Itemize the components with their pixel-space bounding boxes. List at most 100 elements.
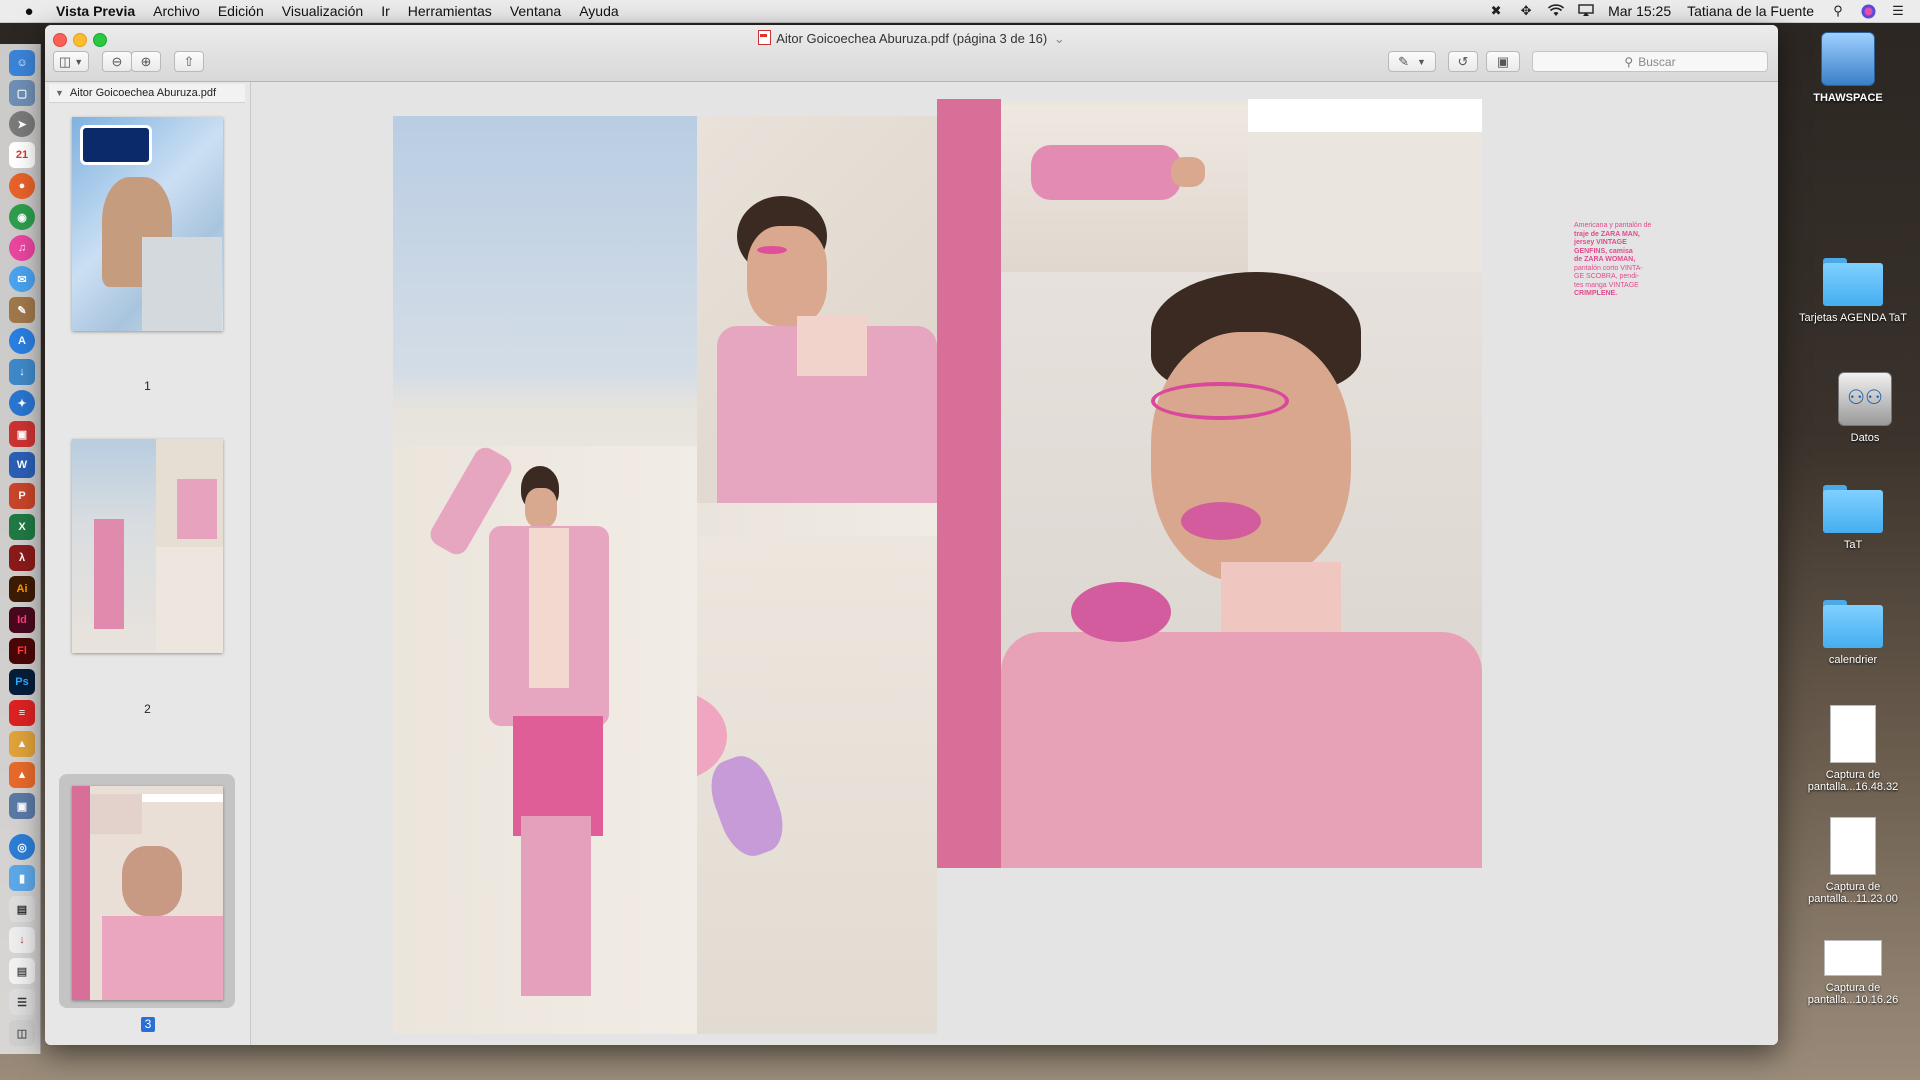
status-arrows-icon[interactable]: ✥ xyxy=(1518,4,1534,18)
markup-button[interactable]: ✎ ▼ xyxy=(1388,51,1436,72)
markup-toolbox-button[interactable]: ▣ xyxy=(1486,51,1520,72)
menu-edicion[interactable]: Edición xyxy=(218,3,264,19)
word-icon[interactable]: W xyxy=(9,452,35,478)
sidebar-document-row[interactable]: ▼ Aitor Goicoechea Aburuza.pdf xyxy=(49,84,245,103)
lying-pink-outfit xyxy=(1031,145,1181,200)
pink-trousers xyxy=(521,816,591,996)
sidebar-toggle-button[interactable]: ◫ ▼ xyxy=(53,51,89,72)
document-view[interactable]: Americana y pantalón de traje de ZARA MA… xyxy=(251,82,1778,1045)
applications-folder-icon[interactable]: ▮ xyxy=(9,865,35,891)
desktop-item-thawspace[interactable]: THAWSPACE xyxy=(1793,32,1903,104)
apple-menu-icon[interactable]: ● xyxy=(18,3,40,20)
acrobat-icon[interactable]: λ xyxy=(9,545,35,571)
trash-icon[interactable]: ◫ xyxy=(9,1020,35,1046)
finder-icon[interactable]: ☺ xyxy=(9,50,35,76)
photoshop-icon[interactable]: Ps xyxy=(9,669,35,695)
page3-thumb-white-strip xyxy=(142,794,223,802)
firefox-icon[interactable]: ● xyxy=(9,173,35,199)
pink-donut xyxy=(1071,582,1171,642)
credits-line: traje de ZARA MAN, xyxy=(1574,230,1640,238)
turtleneck xyxy=(529,528,569,688)
page3-thumb-small-photo xyxy=(90,794,142,834)
document-icon xyxy=(1824,940,1882,976)
chrome-icon[interactable]: ◉ xyxy=(9,204,35,230)
downloads-icon[interactable]: ↓ xyxy=(9,927,35,953)
excel-icon[interactable]: X xyxy=(9,514,35,540)
document-icon xyxy=(1830,705,1876,763)
calendar-icon[interactable]: 21 xyxy=(9,142,35,168)
desktop-item-datos[interactable]: ⚇⚇ Datos xyxy=(1810,372,1920,444)
toolbox-icon: ▣ xyxy=(1496,53,1510,69)
network-icon[interactable]: ◎ xyxy=(9,834,35,860)
server-icon: ⚇⚇ xyxy=(1838,372,1892,426)
photo-booth-icon[interactable]: ▣ xyxy=(9,421,35,447)
thumbnail-page-2[interactable] xyxy=(72,439,223,653)
safari-icon[interactable]: ✦ xyxy=(9,390,35,416)
menu-ir[interactable]: Ir xyxy=(381,3,390,19)
notes-icon[interactable]: ✎ xyxy=(9,297,35,323)
credits-line: Americana y pantalón de xyxy=(1574,222,1652,229)
indesign-icon[interactable]: Id xyxy=(9,607,35,633)
documents-folder-icon[interactable]: ▤ xyxy=(9,896,35,922)
desktop-item-tarjetas-agenda[interactable]: Tarjetas AGENDA TaT xyxy=(1798,258,1908,324)
recent-files-icon[interactable]: ☰ xyxy=(9,989,35,1015)
share-button[interactable]: ⇧ xyxy=(174,51,204,72)
right-page xyxy=(1001,99,1482,868)
desktop-item-tat[interactable]: TaT xyxy=(1798,485,1908,551)
bitten-donut xyxy=(1181,502,1261,540)
photo-portrait-hand-on-face xyxy=(697,116,937,503)
rotate-button[interactable]: ↺ xyxy=(1448,51,1478,72)
preview-icon[interactable]: ▢ xyxy=(9,80,35,106)
menu-herramientas[interactable]: Herramientas xyxy=(408,3,492,19)
window-title-text: Aitor Goicoechea Aburuza.pdf (página 3 d… xyxy=(776,31,1048,46)
desktop-item-captura-1[interactable]: Captura de pantalla...16.48.32 xyxy=(1798,705,1908,793)
illustrator-icon[interactable]: Ai xyxy=(9,576,35,602)
document-icon xyxy=(1830,817,1876,875)
vlc-icon[interactable]: ▲ xyxy=(9,762,35,788)
status-cross-icon[interactable]: ✖ xyxy=(1488,4,1504,18)
file-stack-icon[interactable]: ▤ xyxy=(9,958,35,984)
siri-icon[interactable] xyxy=(1860,4,1876,19)
menu-archivo[interactable]: Archivo xyxy=(153,3,200,19)
credits-line: tes manga VINTAGE xyxy=(1574,281,1639,289)
airplay-icon[interactable] xyxy=(1578,4,1594,18)
pen-icon: ✎ xyxy=(1398,53,1409,69)
model-face xyxy=(525,488,557,528)
desktop-item-captura-2[interactable]: Captura de pantalla...11.23.00 xyxy=(1798,817,1908,905)
flash-icon[interactable]: Fl xyxy=(9,638,35,664)
installer-icon[interactable]: ↓ xyxy=(9,359,35,385)
wifi-icon[interactable] xyxy=(1548,4,1565,18)
menu-ventana[interactable]: Ventana xyxy=(510,3,561,19)
disclosure-triangle-icon[interactable]: ▼ xyxy=(55,88,64,98)
filezilla-icon[interactable]: ≡ xyxy=(9,700,35,726)
menu-user[interactable]: Tatiana de la Fuente xyxy=(1687,3,1814,19)
folder-icon xyxy=(1823,485,1883,533)
menu-ayuda[interactable]: Ayuda xyxy=(579,3,618,19)
chevron-down-icon: ▼ xyxy=(1416,56,1426,67)
desktop-item-label: Captura de pantalla...10.16.26 xyxy=(1807,982,1899,1006)
screenshot-icon[interactable]: ▣ xyxy=(9,793,35,819)
menu-clock[interactable]: Mar 15:25 xyxy=(1608,3,1671,19)
messages-icon[interactable]: ✉ xyxy=(9,266,35,292)
search-field[interactable]: ⚲ Buscar xyxy=(1532,51,1768,72)
sidebar-document-name: Aitor Goicoechea Aburuza.pdf xyxy=(69,87,217,99)
zoom-out-button[interactable]: ⊖ xyxy=(102,51,132,72)
notification-center-icon[interactable]: ☰ xyxy=(1890,4,1906,18)
music-icon[interactable]: ♫ xyxy=(9,235,35,261)
spotlight-search-icon[interactable]: ⚲ xyxy=(1830,4,1846,18)
desktop-item-calendrier[interactable]: calendrier xyxy=(1798,600,1908,666)
app-store-icon[interactable]: A xyxy=(9,328,35,354)
zoom-in-button[interactable]: ⊕ xyxy=(131,51,161,72)
thumbnail-page-1[interactable] xyxy=(72,117,223,331)
menu-visualizacion[interactable]: Visualización xyxy=(282,3,363,19)
thumbnail-page-3[interactable] xyxy=(72,786,223,1000)
utility-icon[interactable]: ▲ xyxy=(9,731,35,757)
desktop-item-captura-3[interactable]: Captura de pantalla...10.16.26 xyxy=(1798,940,1908,1006)
title-chevron-icon[interactable]: ⌄ xyxy=(1054,31,1065,46)
powerpoint-icon[interactable]: P xyxy=(9,483,35,509)
launchpad-icon[interactable]: ➤ xyxy=(9,111,35,137)
portrait-face xyxy=(747,226,827,326)
menu-app-name[interactable]: Vista Previa xyxy=(56,3,135,19)
photo-eating-donut xyxy=(1001,272,1482,868)
pdf-icon xyxy=(758,30,772,45)
